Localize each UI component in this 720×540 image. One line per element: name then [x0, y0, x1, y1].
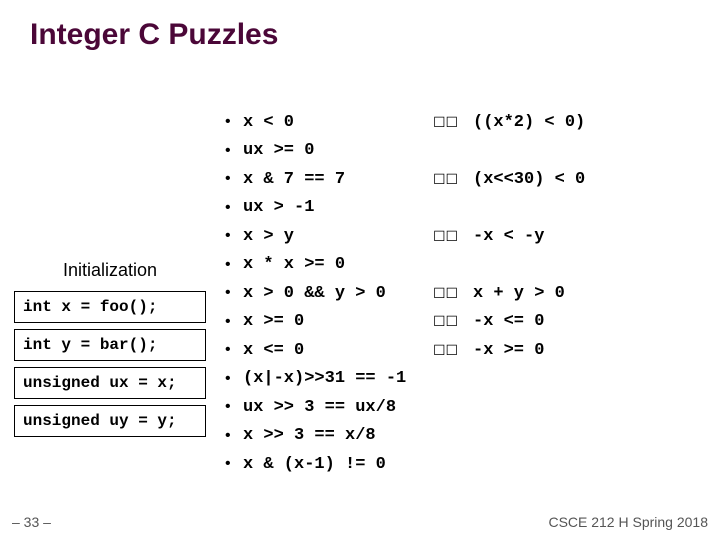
puzzle-lhs: x < 0: [243, 113, 433, 132]
puzzle-row: •ux > -1: [225, 194, 710, 223]
puzzle-rhs: -x >= 0: [473, 341, 544, 360]
puzzle-row: •x >> 3 == x/8: [225, 422, 710, 451]
puzzle-lhs: x <= 0: [243, 341, 433, 360]
initialization-block: Initialization int x = foo(); int y = ba…: [10, 260, 210, 443]
puzzle-row: •x & 7 == 7☐☐(x<<30) < 0: [225, 165, 710, 194]
implies-icon: ☐☐: [433, 285, 473, 302]
bullet-icon: •: [225, 313, 243, 331]
bullet-icon: •: [225, 227, 243, 245]
slide-title: Integer C Puzzles: [30, 18, 278, 52]
bullet-icon: •: [225, 199, 243, 217]
puzzle-lhs: x & (x-1) != 0: [243, 455, 433, 474]
puzzle-lhs: ux >= 0: [243, 141, 433, 160]
implies-icon: ☐☐: [433, 313, 473, 330]
puzzle-row: •x * x >= 0: [225, 251, 710, 280]
puzzle-lhs: x >= 0: [243, 312, 433, 331]
code-line: unsigned ux = x;: [14, 367, 206, 399]
puzzle-row: •ux >= 0: [225, 137, 710, 166]
code-line: int y = bar();: [14, 329, 206, 361]
code-line: unsigned uy = y;: [14, 405, 206, 437]
puzzle-list: •x < 0☐☐((x*2) < 0)•ux >= 0•x & 7 == 7☐☐…: [225, 108, 710, 479]
puzzle-row: •x & (x-1) != 0: [225, 450, 710, 479]
puzzle-row: •ux >> 3 == ux/8: [225, 393, 710, 422]
bullet-icon: •: [225, 341, 243, 359]
bullet-icon: •: [225, 398, 243, 416]
bullet-icon: •: [225, 256, 243, 274]
puzzle-row: •(x|-x)>>31 == -1: [225, 365, 710, 394]
puzzle-row: •x > 0 && y > 0☐☐x + y > 0: [225, 279, 710, 308]
initialization-heading: Initialization: [10, 260, 210, 281]
puzzle-row: •x <= 0☐☐-x >= 0: [225, 336, 710, 365]
bullet-icon: •: [225, 142, 243, 160]
puzzle-rhs: -x <= 0: [473, 312, 544, 331]
puzzle-lhs: x > 0 && y > 0: [243, 284, 433, 303]
bullet-icon: •: [225, 284, 243, 302]
puzzle-rhs: -x < -y: [473, 227, 544, 246]
puzzle-lhs: (x|-x)>>31 == -1: [243, 369, 433, 388]
puzzle-row: •x > y☐☐-x < -y: [225, 222, 710, 251]
puzzle-lhs: x & 7 == 7: [243, 170, 433, 189]
puzzle-lhs: ux >> 3 == ux/8: [243, 398, 433, 417]
puzzle-lhs: x >> 3 == x/8: [243, 426, 433, 445]
implies-icon: ☐☐: [433, 114, 473, 131]
puzzle-lhs: x > y: [243, 227, 433, 246]
puzzle-row: •x < 0☐☐((x*2) < 0): [225, 108, 710, 137]
puzzle-rhs: x + y > 0: [473, 284, 565, 303]
implies-icon: ☐☐: [433, 228, 473, 245]
bullet-icon: •: [225, 455, 243, 473]
bullet-icon: •: [225, 370, 243, 388]
slide-number: – 33 –: [12, 514, 51, 530]
puzzle-row: •x >= 0☐☐-x <= 0: [225, 308, 710, 337]
puzzle-lhs: ux > -1: [243, 198, 433, 217]
course-footer: CSCE 212 H Spring 2018: [548, 514, 708, 530]
implies-icon: ☐☐: [433, 342, 473, 359]
bullet-icon: •: [225, 427, 243, 445]
implies-icon: ☐☐: [433, 171, 473, 188]
bullet-icon: •: [225, 170, 243, 188]
puzzle-lhs: x * x >= 0: [243, 255, 433, 274]
code-line: int x = foo();: [14, 291, 206, 323]
puzzle-rhs: ((x*2) < 0): [473, 113, 585, 132]
puzzle-rhs: (x<<30) < 0: [473, 170, 585, 189]
bullet-icon: •: [225, 113, 243, 131]
